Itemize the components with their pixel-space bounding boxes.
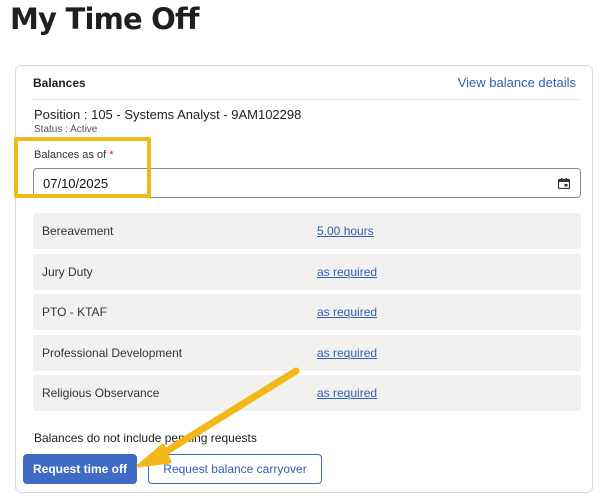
request-balance-carryover-button[interactable]: Request balance carryover [148,454,322,484]
pending-requests-note: Balances do not include pending requests [34,431,257,445]
balance-row: Religious Observance as required [33,375,581,411]
balance-value-link[interactable]: as required [317,265,377,279]
balance-value-link[interactable]: as required [317,346,377,360]
status-text: Status : Active [34,124,98,135]
balance-value-link[interactable]: 5.00 hours [317,224,374,238]
date-highlight-box [14,137,151,198]
calendar-icon[interactable] [558,178,570,189]
balances-card: Balances View balance details Position :… [15,65,593,493]
balance-type: Jury Duty [42,264,93,279]
balance-value-link[interactable]: as required [317,386,377,400]
balance-row: Bereavement 5.00 hours [33,213,581,249]
balance-type: Bereavement [42,224,114,238]
page-title: My Time Off [10,2,199,36]
balance-row: Jury Duty as required [33,253,581,290]
balance-type: Professional Development [42,345,183,360]
balance-type: PTO - KTAF [42,305,107,319]
balance-row: Professional Development as required [33,334,581,371]
balance-list: Bereavement 5.00 hours Jury Duty as requ… [33,213,581,416]
balances-title: Balances [33,76,86,90]
view-balance-details-link[interactable]: View balance details [458,75,576,90]
balance-row: PTO - KTAF as required [33,294,581,330]
position-text: Position : 105 - Systems Analyst - 9AM10… [34,107,302,122]
balances-header: Balances View balance details [33,75,579,100]
request-time-off-button[interactable]: Request time off [23,454,137,484]
balance-value-link[interactable]: as required [317,305,377,319]
balance-type: Religious Observance [42,386,160,400]
